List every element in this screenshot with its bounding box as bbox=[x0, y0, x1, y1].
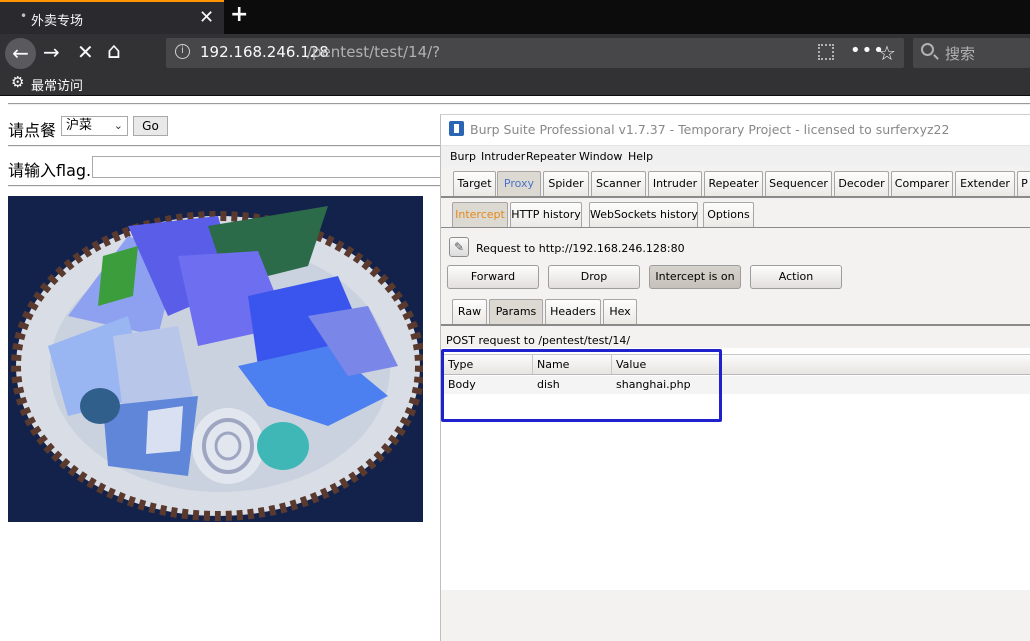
menu-repeater[interactable]: Repeater bbox=[526, 150, 576, 163]
tab-extender[interactable]: Extender bbox=[955, 171, 1015, 196]
screenshot-root: • 外卖专场 ✕ + ← → ✕ ⌂ i 192.168.246.128 /pe… bbox=[0, 0, 1030, 641]
url-path: /pentest/test/14/? bbox=[307, 43, 441, 61]
back-icon[interactable]: ← bbox=[5, 38, 36, 69]
request-target-label: Request to http://192.168.246.128:80 bbox=[476, 242, 685, 255]
sashimi-plate-drawing bbox=[8, 196, 423, 522]
forward-button[interactable]: Forward bbox=[447, 265, 539, 289]
flag-input[interactable] bbox=[92, 156, 442, 178]
tab-decoder[interactable]: Decoder bbox=[834, 171, 889, 196]
flag-label: 请输入flag. bbox=[8, 161, 92, 180]
tab-scanner[interactable]: Scanner bbox=[591, 171, 646, 196]
pencil-icon[interactable]: ✎ bbox=[449, 237, 469, 257]
menu-intruder[interactable]: Intruder bbox=[481, 150, 525, 163]
view-tab-row: Raw Params Headers Hex bbox=[441, 299, 1030, 324]
search-icon bbox=[921, 43, 934, 56]
post-request-label: POST request to /pentest/test/14/ bbox=[446, 334, 631, 347]
home-icon[interactable]: ⌂ bbox=[107, 41, 121, 63]
tab-loading-dot: • bbox=[20, 9, 28, 23]
tab-params[interactable]: Params bbox=[489, 299, 543, 324]
browser-tab[interactable]: • 外卖专场 ✕ bbox=[0, 0, 224, 34]
url-bar[interactable]: i 192.168.246.128 /pentest/test/14/? •••… bbox=[166, 38, 904, 68]
tab-sequencer[interactable]: Sequencer bbox=[765, 171, 832, 196]
bookmark-most-visited[interactable]: 最常访问 bbox=[31, 75, 83, 94]
tab-proxy[interactable]: Proxy bbox=[497, 171, 541, 196]
divider bbox=[8, 103, 1030, 105]
highlight-box bbox=[441, 349, 722, 422]
browser-nav-bar: ← → ✕ ⌂ i 192.168.246.128 /pentest/test/… bbox=[0, 34, 1030, 72]
proxy-tab-underline bbox=[441, 227, 1030, 228]
tab-intercept[interactable]: Intercept bbox=[452, 202, 508, 227]
chrome-bottom-border bbox=[0, 95, 1030, 96]
menu-burp[interactable]: Burp bbox=[450, 150, 476, 163]
view-tab-underline bbox=[441, 324, 1030, 326]
gear-icon: ⚙ bbox=[11, 73, 25, 91]
chevron-down-icon: ⌄ bbox=[113, 119, 123, 132]
tab-title: 外卖专场 bbox=[31, 14, 84, 29]
go-button[interactable]: Go bbox=[133, 116, 168, 136]
tab-intruder[interactable]: Intruder bbox=[648, 171, 702, 196]
tab-target[interactable]: Target bbox=[453, 171, 496, 196]
stop-icon[interactable]: ✕ bbox=[77, 41, 94, 63]
main-tab-underline bbox=[441, 196, 1030, 198]
sashimi-plate-image bbox=[8, 196, 423, 522]
new-tab-icon[interactable]: + bbox=[230, 2, 248, 27]
qr-code-icon[interactable] bbox=[818, 44, 834, 60]
tab-comparer[interactable]: Comparer bbox=[891, 171, 953, 196]
tab-repeater[interactable]: Repeater bbox=[704, 171, 763, 196]
action-button[interactable]: Action bbox=[750, 265, 842, 289]
burp-menu-bar: Burp Intruder Repeater Window Help bbox=[441, 145, 1030, 167]
proxy-tab-row: Intercept HTTP history WebSockets histor… bbox=[441, 202, 1030, 227]
dish-select-value: 沪菜 bbox=[66, 118, 93, 133]
menu-help[interactable]: Help bbox=[628, 150, 653, 163]
burp-title: Burp Suite Professional v1.7.37 - Tempor… bbox=[470, 122, 950, 137]
tab-more[interactable]: P bbox=[1017, 171, 1030, 196]
search-input[interactable]: 搜索 bbox=[913, 38, 1030, 68]
browser-tab-bar: • 外卖专场 ✕ + bbox=[0, 0, 1030, 34]
tab-hex[interactable]: Hex bbox=[603, 299, 637, 324]
main-tab-row: Target Proxy Spider Scanner Intruder Rep… bbox=[441, 171, 1030, 196]
search-placeholder: 搜索 bbox=[945, 45, 976, 63]
tab-spider[interactable]: Spider bbox=[543, 171, 589, 196]
bookmarks-bar: ⚙ 最常访问 bbox=[0, 72, 1030, 95]
tab-http-history[interactable]: HTTP history bbox=[510, 202, 582, 227]
bookmark-star-icon[interactable]: ☆ bbox=[878, 41, 896, 65]
tab-close-icon[interactable]: ✕ bbox=[199, 7, 214, 28]
order-label: 请点餐 bbox=[8, 121, 57, 140]
forward-icon[interactable]: → bbox=[43, 41, 60, 63]
tab-raw[interactable]: Raw bbox=[452, 299, 487, 324]
site-info-icon[interactable]: i bbox=[175, 44, 190, 59]
tab-headers[interactable]: Headers bbox=[545, 299, 601, 324]
burp-title-bar: Burp Suite Professional v1.7.37 - Tempor… bbox=[441, 115, 1030, 145]
tab-options[interactable]: Options bbox=[703, 202, 754, 227]
tab-websockets-history[interactable]: WebSockets history bbox=[589, 202, 698, 227]
dish-select[interactable]: 沪菜 ⌄ bbox=[61, 116, 128, 136]
menu-window[interactable]: Window bbox=[579, 150, 622, 163]
intercept-toggle-button[interactable]: Intercept is on bbox=[649, 265, 741, 289]
burp-logo-icon bbox=[449, 121, 464, 136]
drop-button[interactable]: Drop bbox=[548, 265, 640, 289]
